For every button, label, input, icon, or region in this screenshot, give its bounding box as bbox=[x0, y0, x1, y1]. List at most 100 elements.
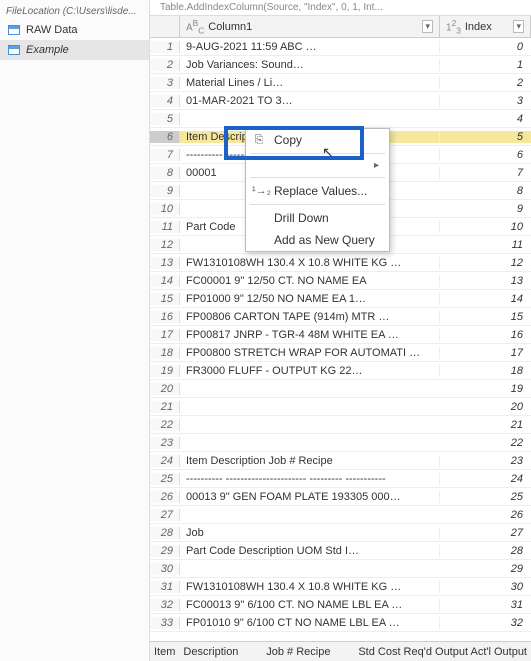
row-number[interactable]: 16 bbox=[150, 311, 180, 323]
row-number[interactable]: 11 bbox=[150, 221, 180, 233]
row-number[interactable]: 31 bbox=[150, 581, 180, 593]
row-number[interactable]: 29 bbox=[150, 545, 180, 557]
table-row[interactable]: 21 20 bbox=[150, 398, 531, 416]
cell-column1[interactable]: Job bbox=[180, 527, 440, 539]
cell-index[interactable]: 16 bbox=[440, 329, 531, 341]
table-row[interactable]: 4 01-MAR-2021 TO 3…3 bbox=[150, 92, 531, 110]
row-number[interactable]: 28 bbox=[150, 527, 180, 539]
cell-index[interactable]: 6 bbox=[440, 149, 531, 161]
table-row[interactable]: 32 FC00013 9" 6/100 CT. NO NAME LBL EA …… bbox=[150, 596, 531, 614]
row-number[interactable]: 3 bbox=[150, 77, 180, 89]
cell-column1[interactable]: FC00001 9" 12/50 CT. NO NAME EA bbox=[180, 275, 440, 287]
cell-column1[interactable]: 01-MAR-2021 TO 3… bbox=[180, 95, 440, 107]
table-row[interactable]: 3 Material Lines / Li…2 bbox=[150, 74, 531, 92]
table-row[interactable]: 30 29 bbox=[150, 560, 531, 578]
cell-index[interactable]: 24 bbox=[440, 473, 531, 485]
table-row[interactable]: 24Item Description Job # Recipe23 bbox=[150, 452, 531, 470]
row-number[interactable]: 13 bbox=[150, 257, 180, 269]
cell-index[interactable]: 11 bbox=[440, 239, 531, 251]
table-row[interactable]: 2600013 9" GEN FOAM PLATE 193305 000…25 bbox=[150, 488, 531, 506]
cell-column1[interactable]: FC00013 9" 6/100 CT. NO NAME LBL EA … bbox=[180, 599, 440, 611]
cell-index[interactable]: 22 bbox=[440, 437, 531, 449]
cell-index[interactable]: 19 bbox=[440, 383, 531, 395]
row-number[interactable]: 23 bbox=[150, 437, 180, 449]
table-row[interactable]: 19-AUG-2021 11:59 ABC …0 bbox=[150, 38, 531, 56]
table-row[interactable]: 23 22 bbox=[150, 434, 531, 452]
row-number[interactable]: 24 bbox=[150, 455, 180, 467]
row-number[interactable]: 4 bbox=[150, 95, 180, 107]
cell-index[interactable]: 25 bbox=[440, 491, 531, 503]
row-number[interactable]: 30 bbox=[150, 563, 180, 575]
row-number[interactable]: 7 bbox=[150, 149, 180, 161]
cell-index[interactable]: 30 bbox=[440, 581, 531, 593]
cell-index[interactable]: 2 bbox=[440, 77, 531, 89]
cell-index[interactable]: 8 bbox=[440, 185, 531, 197]
chevron-down-icon[interactable]: ▾ bbox=[422, 20, 433, 33]
table-row[interactable]: 13 FW1310108WH 130.4 X 10.8 WHITE KG …12 bbox=[150, 254, 531, 272]
cell-index[interactable]: 12 bbox=[440, 257, 531, 269]
row-number[interactable]: 27 bbox=[150, 509, 180, 521]
column-header-index[interactable]: 123 Index ▾ bbox=[440, 16, 531, 37]
row-number[interactable]: 14 bbox=[150, 275, 180, 287]
row-number[interactable]: 22 bbox=[150, 419, 180, 431]
row-number[interactable]: 2 bbox=[150, 59, 180, 71]
row-number[interactable]: 10 bbox=[150, 203, 180, 215]
table-row[interactable]: 22 21 bbox=[150, 416, 531, 434]
cell-column1[interactable]: Job Variances: Sound… bbox=[180, 59, 440, 71]
cell-index[interactable]: 20 bbox=[440, 401, 531, 413]
formula-bar[interactable]: Table.AddIndexColumn(Source, "Index", 0,… bbox=[150, 0, 531, 16]
row-number[interactable]: 6 bbox=[150, 131, 180, 143]
cell-index[interactable]: 29 bbox=[440, 563, 531, 575]
table-row[interactable]: 2019 bbox=[150, 380, 531, 398]
row-number[interactable]: 21 bbox=[150, 401, 180, 413]
cell-column1[interactable]: FW1310108WH 130.4 X 10.8 WHITE KG … bbox=[180, 581, 440, 593]
row-number[interactable]: 26 bbox=[150, 491, 180, 503]
table-row[interactable]: 2 Job Variances: Sound…1 bbox=[150, 56, 531, 74]
cell-column1[interactable]: FR3000 FLUFF - OUTPUT KG 22… bbox=[180, 365, 440, 377]
cell-index[interactable]: 7 bbox=[440, 167, 531, 179]
cell-index[interactable]: 18 bbox=[440, 365, 531, 377]
row-number[interactable]: 5 bbox=[150, 113, 180, 125]
cell-column1[interactable]: Item Description Job # Recipe bbox=[180, 455, 440, 467]
row-number[interactable]: 12 bbox=[150, 239, 180, 251]
row-number[interactable]: 15 bbox=[150, 293, 180, 305]
query-item-example[interactable]: Example bbox=[0, 40, 149, 60]
cell-column1[interactable]: 00013 9" GEN FOAM PLATE 193305 000… bbox=[180, 491, 440, 503]
cell-index[interactable]: 21 bbox=[440, 419, 531, 431]
cell-index[interactable]: 9 bbox=[440, 203, 531, 215]
cell-index[interactable]: 10 bbox=[440, 221, 531, 233]
table-row[interactable]: 19 FR3000 FLUFF - OUTPUT KG 22…18 bbox=[150, 362, 531, 380]
menu-filters[interactable]: ▸ bbox=[246, 156, 389, 175]
row-number[interactable]: 17 bbox=[150, 329, 180, 341]
cell-index[interactable]: 26 bbox=[440, 509, 531, 521]
table-row[interactable]: 33 FP01010 9" 6/100 CT NO NAME LBL EA …3… bbox=[150, 614, 531, 632]
table-row[interactable]: 27 26 bbox=[150, 506, 531, 524]
table-row[interactable]: 17 FP00817 JNRP - TGR-4 48M WHITE EA …16 bbox=[150, 326, 531, 344]
menu-drill-down[interactable]: Drill Down bbox=[246, 207, 389, 229]
cell-index[interactable]: 15 bbox=[440, 311, 531, 323]
menu-copy[interactable]: ⎘ Copy bbox=[246, 129, 389, 151]
cell-column1[interactable]: FP01000 9" 12/50 NO NAME EA 1… bbox=[180, 293, 440, 305]
table-row[interactable]: 25---------- ---------------------- ----… bbox=[150, 470, 531, 488]
table-row[interactable]: 18 FP00800 STRETCH WRAP FOR AUTOMATI …17 bbox=[150, 344, 531, 362]
row-number[interactable]: 1 bbox=[150, 41, 180, 53]
table-row[interactable]: 29 Part Code Description UOM Std I…28 bbox=[150, 542, 531, 560]
cell-index[interactable]: 4 bbox=[440, 113, 531, 125]
cell-index[interactable]: 31 bbox=[440, 599, 531, 611]
cell-index[interactable]: 28 bbox=[440, 545, 531, 557]
cell-index[interactable]: 23 bbox=[440, 455, 531, 467]
table-row[interactable]: 31 FW1310108WH 130.4 X 10.8 WHITE KG …30 bbox=[150, 578, 531, 596]
cell-index[interactable]: 32 bbox=[440, 617, 531, 629]
row-number[interactable]: 33 bbox=[150, 617, 180, 629]
cell-column1[interactable]: FP00806 CARTON TAPE (914m) MTR … bbox=[180, 311, 440, 323]
cell-index[interactable]: 13 bbox=[440, 275, 531, 287]
cell-column1[interactable]: FP01010 9" 6/100 CT NO NAME LBL EA … bbox=[180, 617, 440, 629]
table-row[interactable]: 28 Job27 bbox=[150, 524, 531, 542]
cell-index[interactable]: 17 bbox=[440, 347, 531, 359]
table-row[interactable]: 15 FP01000 9" 12/50 NO NAME EA 1…14 bbox=[150, 290, 531, 308]
cell-index[interactable]: 27 bbox=[440, 527, 531, 539]
table-row[interactable]: 16 FP00806 CARTON TAPE (914m) MTR …15 bbox=[150, 308, 531, 326]
cell-index[interactable]: 3 bbox=[440, 95, 531, 107]
menu-add-new-query[interactable]: Add as New Query bbox=[246, 229, 389, 251]
cell-column1[interactable]: Material Lines / Li… bbox=[180, 77, 440, 89]
